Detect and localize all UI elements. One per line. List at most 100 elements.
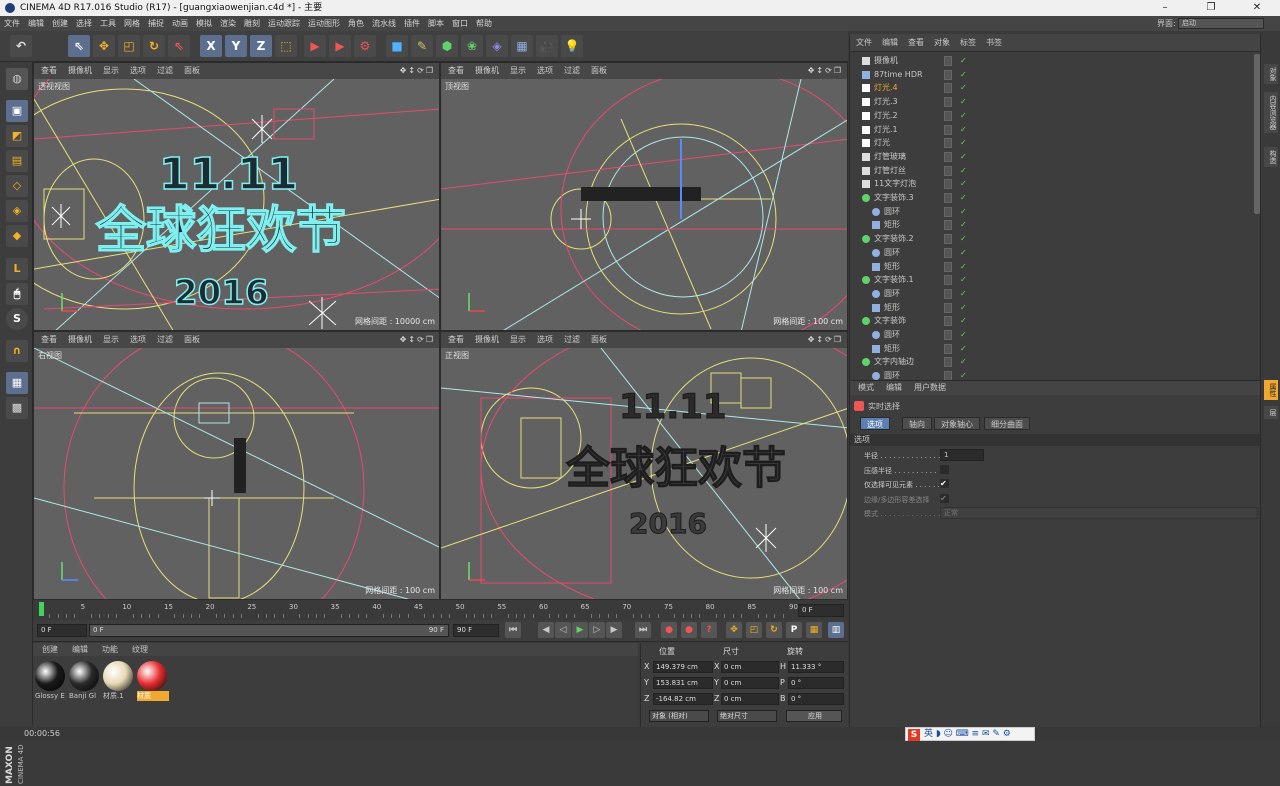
enable-check-icon[interactable]: ✓ (960, 191, 967, 204)
viewport-perspective[interactable]: 查看 摄像机 显示 选项 过滤 面板 ✥↕⟳❐ 11.11 全球狂欢节 2016 透视视图 … (33, 62, 440, 331)
menu-item[interactable]: 编辑 (24, 16, 48, 31)
attribute-menu-item[interactable]: 编辑 (882, 383, 906, 392)
prev-frame-icon[interactable]: ◁ (555, 622, 571, 638)
apply-button[interactable]: 应用 (786, 710, 842, 722)
enable-check-icon[interactable]: ✓ (960, 177, 967, 190)
viewport-menu-item[interactable]: 查看 (444, 63, 468, 79)
start-frame-field[interactable]: 0 F (37, 624, 87, 637)
enable-check-icon[interactable]: ✓ (960, 205, 967, 218)
viewport-menu-item[interactable]: 面板 (180, 63, 204, 79)
deformer-icon[interactable]: ◈ (486, 35, 508, 57)
viewport-menu-item[interactable]: 显示 (506, 63, 530, 79)
object-row[interactable]: 矩形 ✓ (850, 342, 1261, 356)
object-row[interactable]: 87time HDR ✓ (850, 68, 1261, 82)
attribute-value[interactable] (940, 464, 949, 474)
position-field[interactable]: 153.831 cm (653, 677, 713, 689)
menu-item[interactable]: 动画 (168, 16, 192, 31)
viewport-menu-item[interactable]: 过滤 (560, 63, 584, 79)
visibility-toggle[interactable] (944, 316, 952, 327)
viewport-nav-icons[interactable]: ✥↕⟳❐ (400, 63, 435, 79)
visibility-toggle[interactable] (944, 138, 952, 149)
playhead[interactable] (39, 602, 44, 616)
size-field[interactable]: 0 cm (721, 661, 779, 673)
visibility-toggle[interactable] (944, 124, 952, 135)
go-to-start-icon[interactable]: ⏮ (505, 622, 521, 638)
viewport-menu-item[interactable]: 面板 (587, 332, 611, 348)
menu-item[interactable]: 捕捉 (144, 16, 168, 31)
rotation-field[interactable]: 0 ° (788, 693, 844, 705)
key-scale-icon[interactable]: ◰ (746, 622, 762, 638)
auto-key-icon[interactable]: ● (681, 622, 697, 638)
object-row[interactable]: 矩形 ✓ (850, 218, 1261, 232)
menu-item[interactable]: 运动图形 (304, 16, 344, 31)
enable-check-icon[interactable]: ✓ (960, 301, 967, 314)
select-live-icon[interactable]: ⇖ (68, 35, 90, 57)
tweak-mode-icon[interactable]: 🖱 (6, 283, 28, 305)
timeline-window-icon[interactable]: ▥ (828, 622, 844, 638)
menu-item[interactable]: 工具 (96, 16, 120, 31)
viewport-menu-item[interactable]: 摄像机 (471, 63, 503, 79)
viewport-menu-item[interactable]: 选项 (533, 63, 557, 79)
material-menu-item[interactable]: 编辑 (67, 645, 93, 654)
visibility-toggle[interactable] (944, 247, 952, 258)
object-row[interactable]: 灯光.2 ✓ (850, 109, 1261, 123)
attribute-tab[interactable]: 选项 (860, 417, 890, 430)
close-icon[interactable]: ✕ (1234, 0, 1280, 16)
key-pla-icon[interactable]: ▦ (806, 622, 822, 638)
recent-tool-icon[interactable]: ⇖ (168, 35, 190, 57)
visibility-toggle[interactable] (944, 179, 952, 190)
right-panel-tab[interactable]: 对象 (1264, 64, 1278, 84)
object-row[interactable]: 文字装饰 ✓ (850, 314, 1261, 328)
visibility-toggle[interactable] (944, 288, 952, 299)
position-field[interactable]: -164.82 cm (653, 693, 713, 705)
position-field[interactable]: 149.379 cm (653, 661, 713, 673)
ime-toolbar[interactable]: S 英 ◗ ☺ ⌨ ≡ ✉ ✎ ⚙ (905, 727, 1035, 741)
viewport-menu-item[interactable]: 面板 (180, 332, 204, 348)
material-menu-item[interactable]: 创建 (37, 645, 63, 654)
visibility-toggle[interactable] (944, 193, 952, 203)
z-axis-icon[interactable]: Z (250, 35, 272, 57)
visibility-toggle[interactable] (944, 275, 952, 286)
enable-check-icon[interactable]: ✓ (960, 246, 967, 259)
menu-item[interactable]: 选择 (72, 16, 96, 31)
object-row[interactable]: 圆环 ✓ (850, 287, 1261, 301)
visibility-toggle[interactable] (944, 165, 952, 176)
menu-item[interactable]: 网格 (120, 16, 144, 31)
attribute-value[interactable]: 1 (940, 449, 984, 461)
object-menu-item[interactable]: 标签 (956, 38, 980, 47)
visibility-toggle[interactable] (944, 151, 952, 162)
key-rotation-icon[interactable]: ↻ (766, 622, 782, 638)
enable-check-icon[interactable]: ✓ (960, 136, 967, 149)
visibility-toggle[interactable] (944, 69, 952, 80)
camera-icon[interactable]: 🎥 (536, 35, 558, 57)
menu-item[interactable]: 创建 (48, 16, 72, 31)
visibility-toggle[interactable] (944, 343, 952, 354)
material-swatch[interactable]: Glossy E (35, 661, 67, 703)
visibility-toggle[interactable] (944, 110, 952, 121)
y-axis-icon[interactable]: Y (225, 35, 247, 57)
make-editable-icon[interactable]: ◍ (6, 68, 28, 90)
viewport-menu-item[interactable]: 显示 (99, 63, 123, 79)
enable-check-icon[interactable]: ✓ (960, 218, 967, 231)
viewport-menu-item[interactable]: 显示 (506, 332, 530, 348)
menu-item[interactable]: 窗口 (448, 16, 472, 31)
magnet-icon[interactable]: ∩ (6, 340, 28, 362)
object-menu-item[interactable]: 文件 (852, 38, 876, 47)
pen-icon[interactable]: ✎ (411, 35, 433, 57)
move-icon[interactable]: ✥ (93, 35, 115, 57)
visibility-toggle[interactable] (944, 302, 952, 313)
key-position-icon[interactable]: ✥ (726, 622, 742, 638)
object-row[interactable]: 灯管灯丝 ✓ (850, 164, 1261, 178)
viewport-nav-icons[interactable]: ✥↕⟳❐ (808, 332, 843, 348)
attribute-value[interactable]: 正常 (940, 507, 1258, 519)
attribute-tab[interactable]: 细分曲面 (984, 417, 1030, 430)
viewport-menu-item[interactable]: 过滤 (560, 332, 584, 348)
record-icon[interactable]: ● (661, 622, 677, 638)
enable-check-icon[interactable]: ✓ (960, 95, 967, 108)
enable-check-icon[interactable]: ✓ (960, 164, 967, 177)
right-panel-tab[interactable]: 构造 (1264, 147, 1278, 167)
menu-item[interactable]: 雕刻 (240, 16, 264, 31)
menu-item[interactable]: 运动跟踪 (264, 16, 304, 31)
menu-item[interactable]: 流水线 (368, 16, 400, 31)
texture-mode-icon[interactable]: ◩ (6, 125, 28, 147)
